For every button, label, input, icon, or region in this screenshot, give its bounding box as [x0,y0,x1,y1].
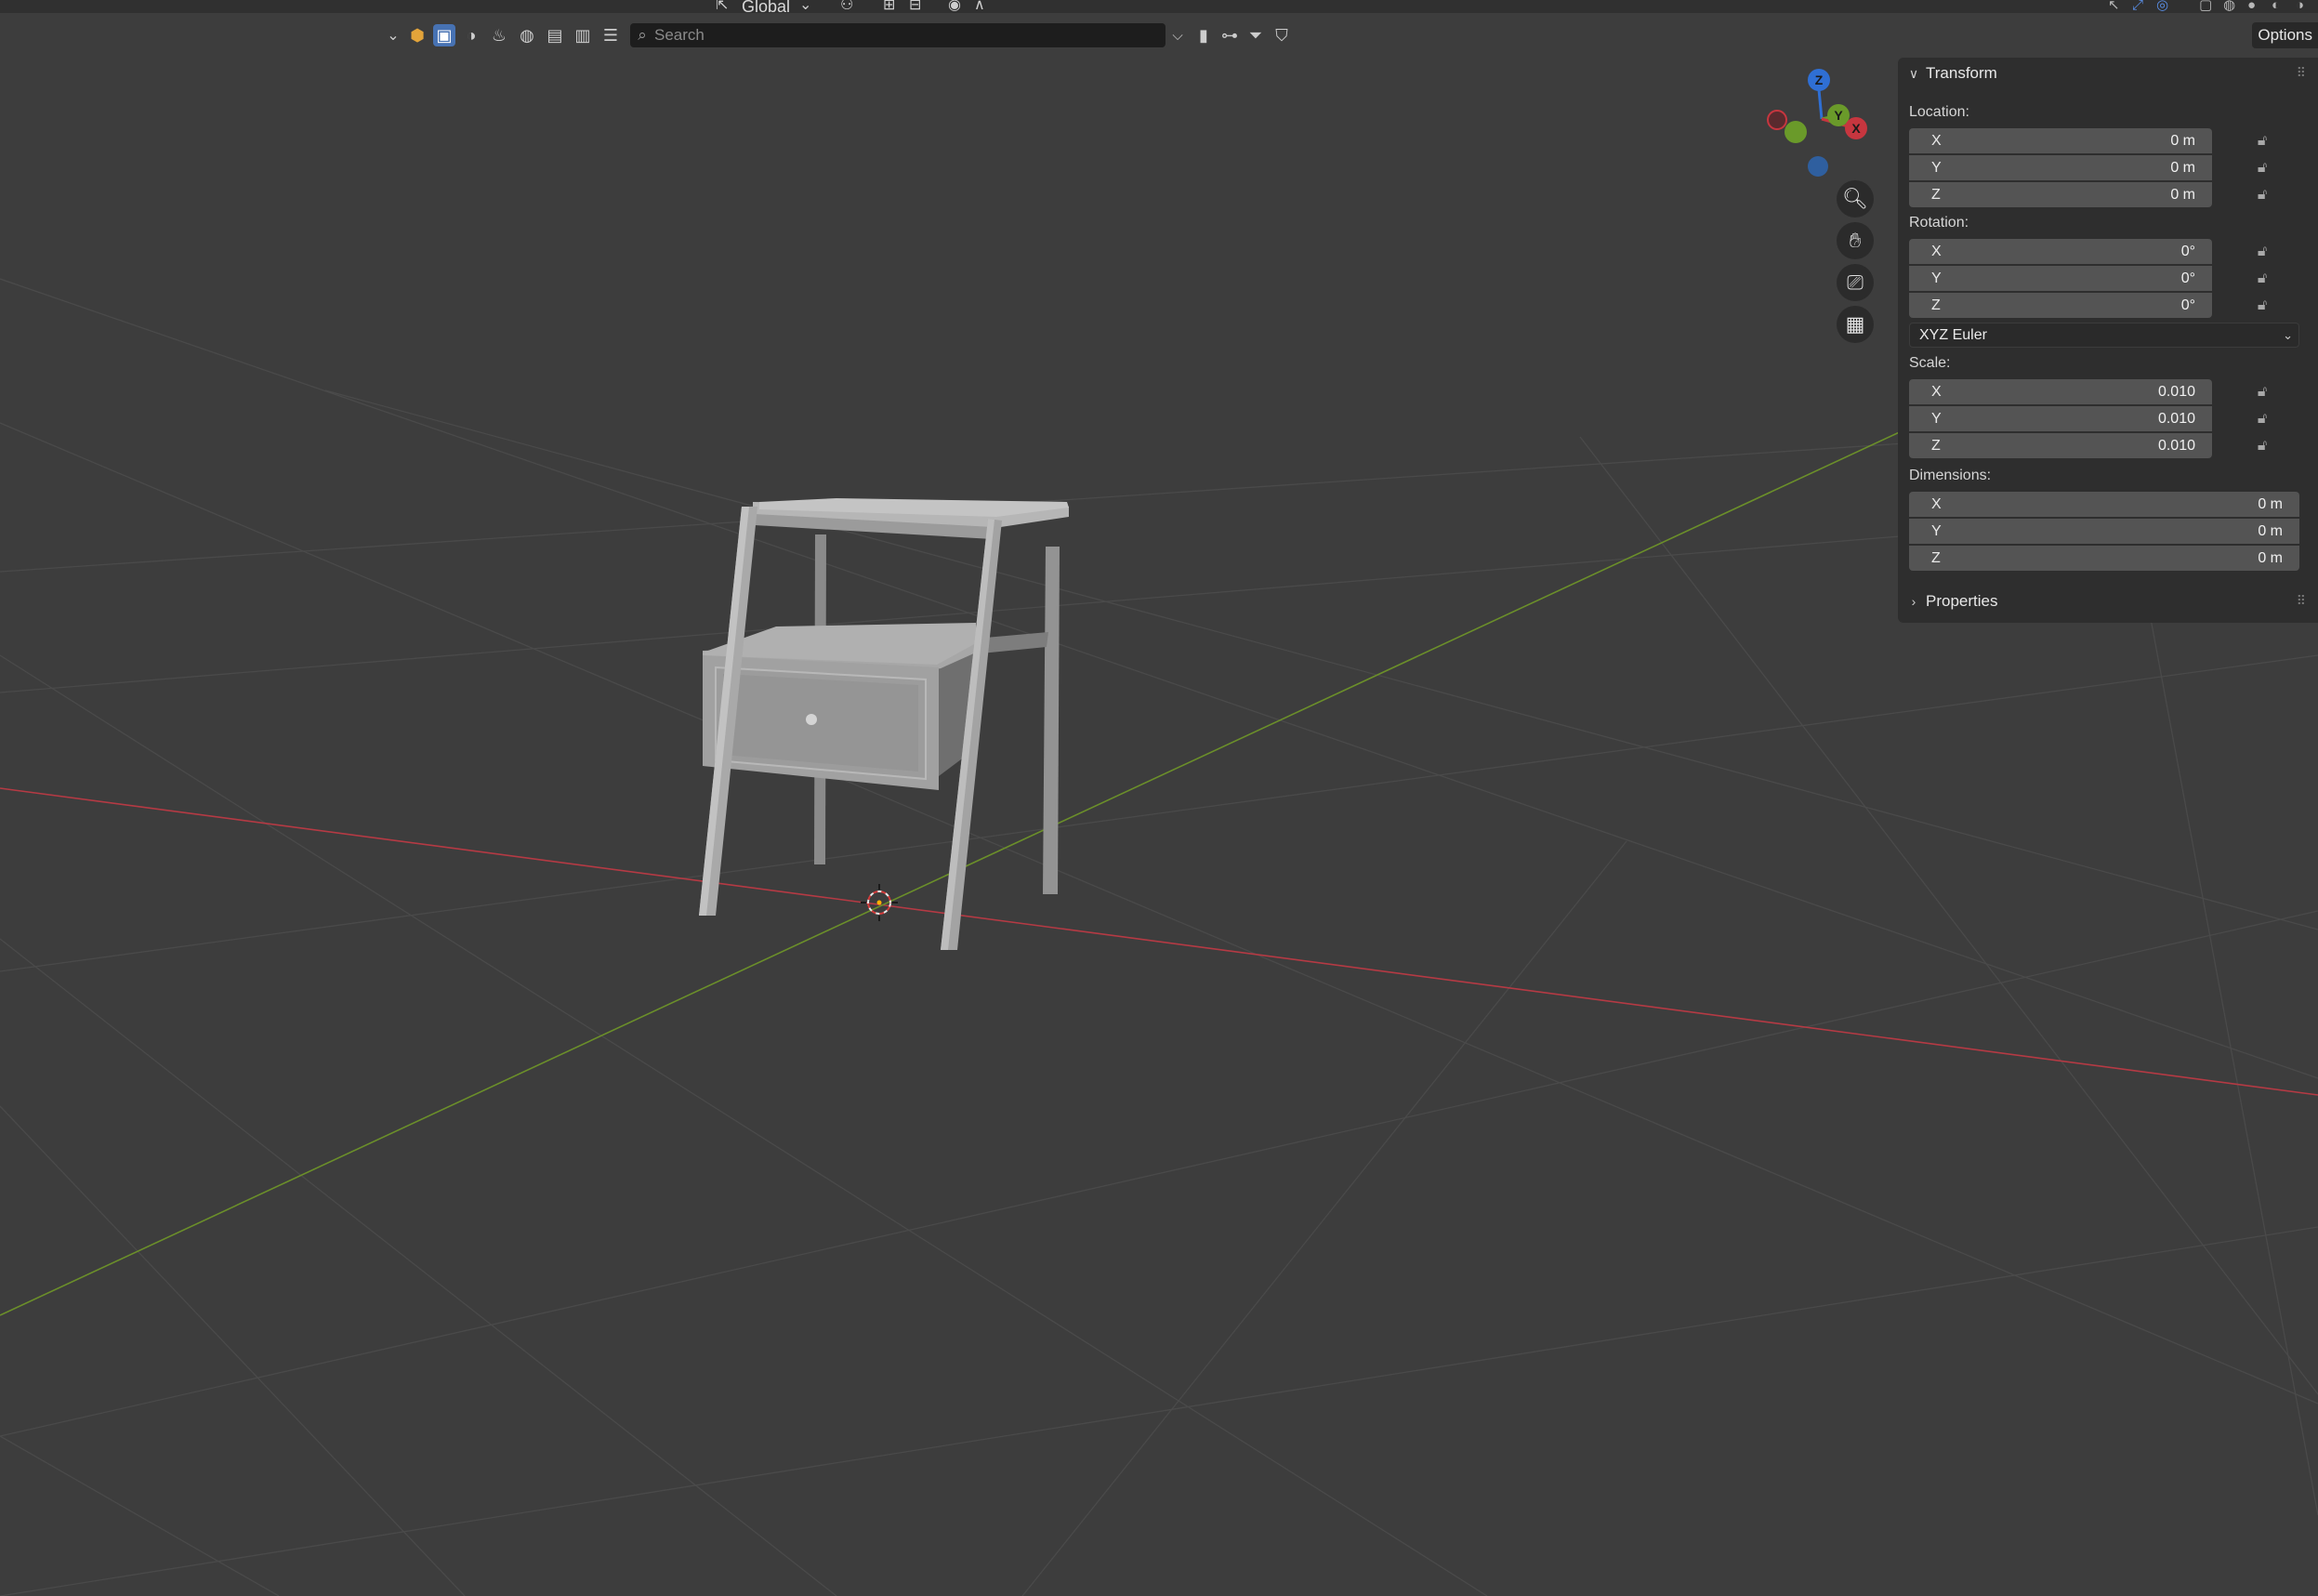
scale-z-field[interactable]: Z 0.010 [1909,433,2212,458]
gizmo-neg-y[interactable] [1785,121,1807,143]
perspective-grid-icon[interactable]: ▦ [1837,306,1874,343]
chevron-right-icon: › [1911,594,1916,609]
options-button[interactable]: Options [2252,22,2318,48]
world-icon[interactable]: ◍ [515,22,539,48]
scale-y-field[interactable]: Y 0.010 [1909,406,2212,431]
properties-panel-title: Properties [1926,592,1998,610]
material-shading-icon[interactable]: ◐ [2272,0,2290,13]
drag-grip-icon[interactable]: ⠿ [2297,65,2306,81]
object-type-toolbar: ⌄ ⬢ ▣ ◑ ♨ ◍ ▤ ▥ ☰ [385,20,623,50]
chevron-down-icon[interactable]: ⌵ [1166,22,1190,48]
lock-icon[interactable]: 🔓︎ [2251,436,2273,456]
search-icon: ⌕ [638,26,647,44]
scale-x-field[interactable]: X 0.010 [1909,379,2212,404]
camera-view-icon[interactable]: ⎚ [1837,264,1874,301]
lock-icon[interactable]: 🔓︎ [2251,242,2273,262]
xray-icon[interactable]: ▢ [2199,0,2218,13]
header-right-tools: ↖ ⤢ ◎ ▢ ◍ ● ◐ ◑ [2108,0,2318,13]
location-z-field[interactable]: Z 0 m [1909,182,2212,207]
selectability-icon[interactable]: ↖ [2108,0,2127,13]
lock-icon[interactable]: 🔓︎ [2251,382,2273,402]
drag-grip-icon[interactable]: ⠿ [2297,593,2306,609]
wireframe-shading-icon[interactable]: ◍ [2223,0,2242,13]
rotation-x-field[interactable]: X 0° [1909,239,2212,264]
hierarchy-icon[interactable]: ⊶ [1218,22,1242,48]
overlays-icon[interactable]: ◎ [2156,0,2175,13]
location-label: Location: [1909,104,1969,120]
shading-sphere-icon[interactable]: ◑ [459,22,483,48]
rotation-z-field[interactable]: Z 0° [1909,293,2212,318]
render-icon[interactable]: ▤ [543,22,567,48]
transform-orientation-icon[interactable]: ⇱ [716,0,732,13]
gizmo-x-axis[interactable]: X [1845,117,1867,139]
header-left-tools: ⇱ Global ⌄ ⚇ ⊞ ⊟ ◉ ∧ [716,0,991,16]
dimensions-y-field[interactable]: Y 0 m [1909,519,2299,544]
lock-icon[interactable]: 🔓︎ [2251,296,2273,316]
properties-panel-header[interactable]: › Properties [1907,587,1998,615]
chevron-down-icon[interactable]: ⌄ [799,0,816,13]
gizmo-neg-z[interactable] [1808,156,1828,177]
dimensions-label: Dimensions: [1909,468,1992,483]
snap-target-icon[interactable]: ⊟ [909,0,926,13]
location-y-field[interactable]: Y 0 m [1909,155,2212,180]
filter-toolbar: ⌵ ▮ ⊶ ⏷ ⛉ [1166,20,1294,50]
chevron-down-icon[interactable]: ⌄ [385,22,402,48]
chevron-down-icon: ⌄ [2283,327,2293,342]
zoom-icon[interactable]: 🔍︎ [1837,180,1874,218]
chevron-down-icon: ∨ [1908,65,1919,81]
shield-icon[interactable]: ⛉ [1270,22,1294,48]
dimensions-z-field[interactable]: Z 0 m [1909,546,2299,571]
lock-icon[interactable]: 🔓︎ [2251,409,2273,429]
pan-hand-icon[interactable]: ✋︎ [1837,222,1874,259]
gizmo-neg-x[interactable] [1767,110,1787,130]
object-data-icon[interactable]: ⬢ [405,22,429,48]
sidebar-panel: ∨ Transform ⠿ Location: X 0 m Y 0 m Z 0 … [1898,58,2318,623]
dimensions-x-field[interactable]: X 0 m [1909,492,2299,517]
solid-shading-icon[interactable]: ● [2247,0,2266,13]
gizmo-toggle-icon[interactable]: ⤢ [2132,0,2151,13]
viewport-header [0,0,2318,13]
search-field[interactable]: ⌕ Search [630,23,1166,47]
proportional-edit-icon[interactable]: ◉ [948,0,965,13]
transform-panel-header[interactable]: ∨ Transform [1907,59,1997,87]
search-placeholder: Search [654,26,705,44]
location-x-field[interactable]: X 0 m [1909,128,2212,153]
select-box-icon[interactable]: ▣ [433,24,455,46]
falloff-icon[interactable]: ∧ [974,0,991,13]
physics-icon[interactable]: ♨ [487,22,511,48]
bookmark-icon[interactable]: ▮ [1192,22,1216,48]
transform-orientation-dropdown[interactable]: Global [742,0,790,17]
snap-icon[interactable]: ⊞ [883,0,900,13]
lock-icon[interactable]: 🔓︎ [2251,131,2273,152]
gizmo-z-axis[interactable]: Z [1808,69,1830,91]
rotation-mode-dropdown[interactable]: XYZ Euler ⌄ [1909,323,2299,348]
transform-panel-title: Transform [1926,64,1997,82]
rotation-y-field[interactable]: Y 0° [1909,266,2212,291]
sort-icon[interactable]: ☰ [599,22,623,48]
rotation-label: Rotation: [1909,215,1969,231]
lock-icon[interactable]: 🔓︎ [2251,185,2273,205]
pivot-point-icon[interactable]: ⚇ [840,0,857,13]
scale-label: Scale: [1909,355,1951,371]
lock-icon[interactable]: 🔓︎ [2251,269,2273,289]
rendered-shading-icon[interactable]: ◑ [2296,0,2314,13]
filter-icon[interactable]: ⏷ [1244,22,1268,48]
lock-icon[interactable]: 🔓︎ [2251,158,2273,178]
output-icon[interactable]: ▥ [571,22,595,48]
